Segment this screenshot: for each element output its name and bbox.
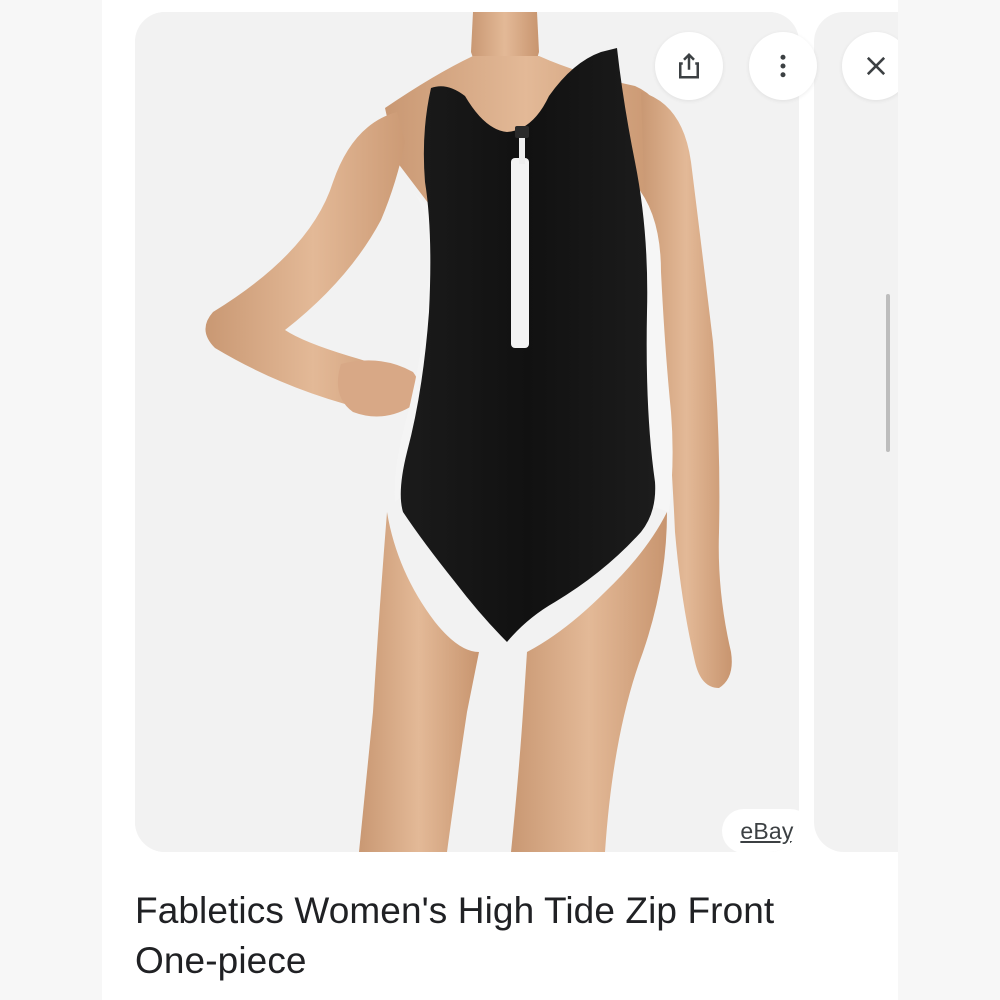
product-title[interactable]: Fabletics Women's High Tide Zip Front On… (135, 886, 855, 986)
scrollbar-thumb[interactable] (886, 294, 890, 452)
screen: eBay Fabletics Women's High Tide Zip Fro… (0, 0, 1000, 1000)
more-vert-icon (780, 54, 786, 78)
more-options-button[interactable] (749, 32, 817, 100)
source-link[interactable]: eBay (722, 809, 799, 852)
share-icon (679, 52, 699, 79)
product-image[interactable] (135, 12, 799, 852)
left-margin (0, 0, 102, 1000)
image-viewer-page: eBay Fabletics Women's High Tide Zip Fro… (102, 0, 898, 1000)
image-card[interactable]: eBay (135, 12, 799, 852)
share-button[interactable] (655, 32, 723, 100)
close-icon (866, 56, 886, 76)
right-margin (898, 0, 1000, 1000)
